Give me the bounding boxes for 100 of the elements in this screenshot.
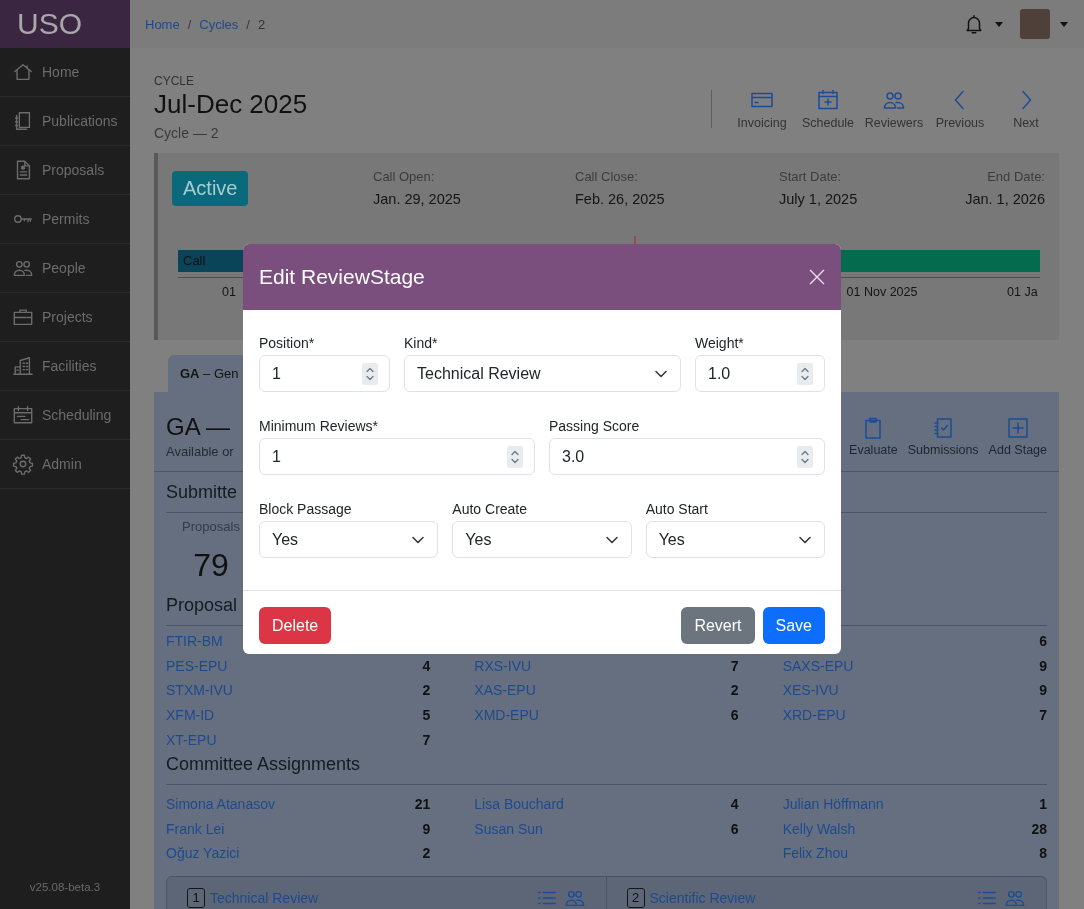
- facility-link[interactable]: XFM-ID: [166, 707, 215, 724]
- proposal-count: 2: [730, 682, 739, 699]
- field-label: Kind*: [404, 335, 439, 352]
- today-marker: [634, 236, 636, 244]
- stage-number: 2: [626, 887, 645, 908]
- field-label: Auto Start: [645, 501, 709, 518]
- field-label: Minimum Reviews*: [259, 418, 380, 435]
- proposal-count: 9: [1039, 657, 1047, 674]
- proposal-count: 7: [422, 731, 431, 748]
- facility-link[interactable]: XAS-EPU: [474, 682, 536, 699]
- date-label: Call Open:: [373, 169, 435, 185]
- sidebar-item[interactable]: Permits: [0, 195, 130, 244]
- number-field[interactable]: 1: [259, 438, 535, 475]
- date-value: Feb. 26, 2025: [575, 191, 665, 208]
- field-label: Position*: [259, 335, 316, 352]
- panel-title: GA —: [166, 413, 232, 441]
- toolbar-button[interactable]: Previous: [927, 88, 993, 131]
- sidebar-item[interactable]: Admin: [0, 440, 130, 489]
- number-field[interactable]: 1: [259, 355, 390, 392]
- facility-link[interactable]: XT-EPU: [166, 731, 217, 748]
- facility-link[interactable]: PES-EPU: [166, 657, 228, 674]
- facility-link[interactable]: RXS-IVU: [474, 657, 532, 674]
- version-label: v25.08-beta.3: [29, 881, 101, 893]
- breadcrumb-current: 2: [257, 16, 266, 32]
- stepper-icon[interactable]: [362, 362, 378, 385]
- assignment-count: 28: [1031, 820, 1047, 837]
- number-field[interactable]: 3.0: [549, 438, 825, 475]
- facility-link[interactable]: XRD-EPU: [782, 707, 846, 724]
- breadcrumb-link[interactable]: Cycles: [199, 16, 239, 32]
- toolbar-button[interactable]: Invoicing: [729, 88, 795, 131]
- facility-link[interactable]: SAXS-EPU: [782, 657, 854, 674]
- assignment-count: 21: [414, 796, 431, 813]
- delete-button[interactable]: Delete: [259, 607, 332, 644]
- field-label: Auto Create: [452, 501, 529, 518]
- reviewer-link[interactable]: Frank Lei: [166, 820, 225, 837]
- caret-icon: [1060, 21, 1068, 27]
- stat-label: Proposals: [182, 519, 240, 535]
- briefcase-icon: [12, 306, 34, 328]
- toolbar-button[interactable]: Next: [993, 88, 1059, 131]
- select-field[interactable]: Yes: [259, 521, 439, 558]
- sidebar-item[interactable]: Proposals: [0, 146, 130, 195]
- assignment-count: 8: [1039, 845, 1047, 862]
- reviewer-link[interactable]: Julian Höffmann: [782, 796, 884, 813]
- date-value: Jan. 29, 2025: [373, 191, 461, 208]
- sidebar-item[interactable]: Scheduling: [0, 391, 130, 440]
- revert-button[interactable]: Revert: [681, 607, 755, 644]
- reviewer-link[interactable]: Kelly Walsh: [782, 820, 856, 837]
- calendar-icon: [12, 404, 34, 426]
- select-field[interactable]: Technical Review: [404, 355, 681, 392]
- close-icon: [807, 267, 827, 287]
- reviewer-link[interactable]: Simona Atanasov: [166, 796, 275, 813]
- close-button[interactable]: [807, 267, 827, 287]
- breadcrumb-separator: /: [187, 16, 192, 32]
- toolbar-button[interactable]: Reviewers: [861, 88, 927, 131]
- assignment-count: 4: [730, 796, 739, 813]
- calendar-plus-icon: [816, 88, 840, 112]
- sidebar-item[interactable]: People: [0, 244, 130, 293]
- proposal-count: 9: [1039, 682, 1047, 699]
- notification-bell-icon[interactable]: [963, 12, 985, 36]
- date-label: Call Close:: [575, 169, 638, 185]
- axis-label: 01 Ja: [1007, 285, 1038, 300]
- proposal-count: 6: [1039, 633, 1047, 650]
- sidebar-item[interactable]: Facilities: [0, 342, 130, 391]
- select-field[interactable]: Yes: [645, 521, 825, 558]
- home-icon: [12, 61, 34, 83]
- reviewer-link[interactable]: Oğuz Yazici: [166, 845, 240, 862]
- facility-link[interactable]: FTIR-BM: [166, 633, 223, 650]
- sidebar-item[interactable]: Projects: [0, 293, 130, 342]
- date-value: Jan. 1, 2026: [965, 191, 1045, 208]
- toolbar-button[interactable]: Schedule: [795, 88, 861, 131]
- toolbar-button[interactable]: Evaluate: [849, 416, 898, 471]
- sidebar-item[interactable]: Home: [0, 48, 130, 97]
- assignment-count: 6: [730, 820, 739, 837]
- facility-link[interactable]: XMD-EPU: [474, 707, 539, 724]
- date-label: End Date:: [987, 169, 1045, 185]
- status-badge: Active: [172, 171, 249, 206]
- breadcrumb-link[interactable]: Home: [145, 16, 180, 32]
- reviewer-link[interactable]: Lisa Bouchard: [474, 796, 564, 813]
- save-button[interactable]: Save: [762, 607, 825, 644]
- facility-link[interactable]: XES-IVU: [782, 682, 839, 699]
- sidebar-item[interactable]: Publications: [0, 97, 130, 146]
- stage-number: 1: [187, 887, 205, 908]
- app-logo[interactable]: USO: [17, 7, 82, 41]
- stepper-icon[interactable]: [797, 445, 813, 468]
- toolbar-button[interactable]: Add Stage: [988, 416, 1047, 471]
- assignment-count: 9: [422, 820, 431, 837]
- stepper-icon[interactable]: [797, 362, 813, 385]
- date-value: July 1, 2025: [779, 191, 858, 208]
- reviewer-link[interactable]: Susan Sun: [474, 820, 543, 837]
- facility-link[interactable]: STXM-IVU: [166, 682, 233, 699]
- panel-subtitle: Available or: [166, 444, 234, 460]
- toolbar-button[interactable]: Submissions: [907, 416, 979, 471]
- stepper-icon[interactable]: [507, 445, 523, 468]
- proposal-count: 7: [1039, 707, 1047, 724]
- reviewer-link[interactable]: Felix Zhou: [782, 845, 848, 862]
- breadcrumb-separator: /: [246, 16, 250, 32]
- select-field[interactable]: Yes: [452, 521, 632, 558]
- number-field[interactable]: 1.0: [695, 355, 825, 392]
- proposal-count: 7: [730, 657, 739, 674]
- proposal-count: 2: [422, 682, 431, 699]
